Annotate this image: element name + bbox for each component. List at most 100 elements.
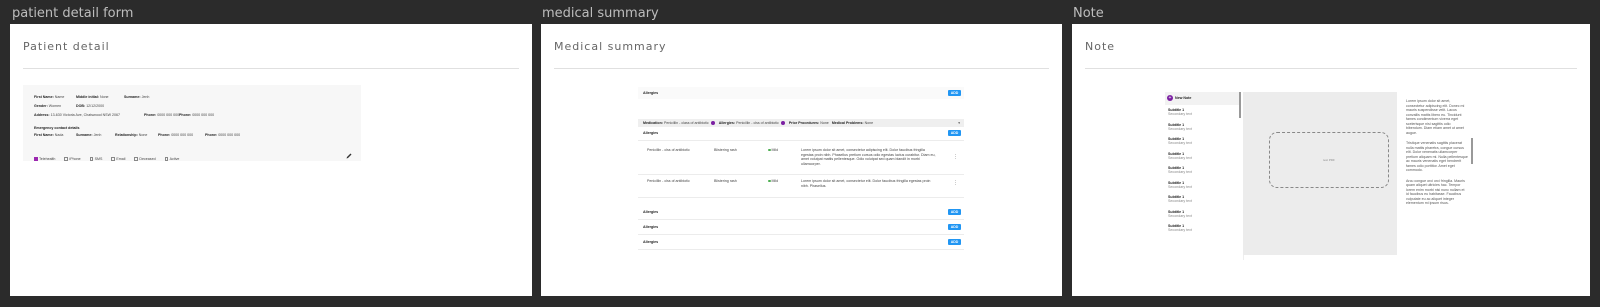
list-item[interactable]: Subtitle 1 Secondary text bbox=[1168, 152, 1192, 167]
summary-allergies-value: Penicillin - clss of antibiotic bbox=[736, 121, 779, 125]
ec-phone-2-value: 0000 000 000 bbox=[218, 133, 241, 137]
phone-2-value: 0000 000 000 bbox=[192, 113, 215, 117]
ec-first-label: First Name: bbox=[34, 133, 54, 137]
checkbox-box[interactable] bbox=[164, 157, 169, 161]
address-value: 13-630 Victoria Ave, Chatswood NSW 2067 bbox=[50, 113, 120, 117]
table-row: Penicillin - clss of antibiotic Blisterin… bbox=[638, 144, 964, 175]
title-divider bbox=[23, 68, 519, 69]
medication-count-badge bbox=[710, 121, 715, 126]
note-text: Lorem ipsum dolor sit amet, consectetur … bbox=[1406, 99, 1468, 212]
table-row: Penicillin - clss of antibiotic Blisterin… bbox=[638, 175, 964, 198]
ec-phone-1: Phone: 0000 000 000 bbox=[158, 133, 193, 137]
checkbox-label: Active bbox=[169, 157, 180, 161]
checkbox-0[interactable]: Telehealth bbox=[34, 157, 55, 161]
list-scrollbar[interactable] bbox=[1239, 92, 1241, 118]
surname-label: Surname: bbox=[124, 95, 141, 99]
checkbox-label: SMS bbox=[94, 157, 103, 161]
patient-phone-1: Phone: 0000 000 000 bbox=[144, 113, 179, 117]
new-note-button[interactable]: + New Note bbox=[1165, 92, 1240, 105]
checkbox-box[interactable] bbox=[89, 157, 94, 161]
allergies-row: Allergies ADD bbox=[638, 220, 964, 235]
first-name-value: Name bbox=[54, 95, 65, 99]
page-title: Note bbox=[1085, 40, 1116, 53]
checkbox-3[interactable]: Email bbox=[111, 157, 125, 161]
phone-2-label: Phone: bbox=[179, 113, 192, 117]
list-item-subtitle: Secondary text bbox=[1168, 141, 1192, 145]
patient-phone-2: Phone: 0000 000 000 bbox=[179, 113, 214, 117]
problems-value: None bbox=[864, 121, 874, 125]
list-item-subtitle: Secondary text bbox=[1168, 170, 1192, 174]
preference-checkboxes: Telehealth iPhone SMS Email Deceased Active bbox=[34, 147, 188, 165]
page-title: Patient detail bbox=[23, 40, 110, 53]
emergency-heading: Emergency contact details bbox=[34, 126, 80, 130]
procedures-label: Prior Procedures: bbox=[788, 121, 820, 125]
allergies-row-label: Allergies bbox=[643, 225, 659, 229]
add-button[interactable]: ADD bbox=[948, 90, 961, 96]
add-button[interactable]: ADD bbox=[948, 239, 961, 245]
list-item[interactable]: Subtitle 1 Secondary text bbox=[1168, 108, 1192, 123]
gender-label: Gender: bbox=[34, 104, 48, 108]
problems-label: Medical Problems: bbox=[831, 121, 864, 125]
medication-value: Penicillin - class of antibiotic bbox=[663, 121, 709, 125]
note-paragraph: Tristique venenatis sagittis placerat nu… bbox=[1406, 141, 1468, 172]
title-divider bbox=[554, 68, 1049, 69]
allergies-row: Allergies ADD bbox=[638, 205, 964, 220]
note-cell: Lorem ipsum dolor sit amet, consectetur … bbox=[801, 179, 931, 188]
summary-allergies-label: Allergies: bbox=[718, 121, 736, 125]
add-button[interactable]: ADD bbox=[948, 224, 961, 230]
procedures-value: None bbox=[820, 121, 829, 125]
allergies-rows-bottom: Allergies ADD Allergies ADD Allergies ADD bbox=[638, 205, 964, 250]
note-paragraph: Lorem ipsum dolor sit amet, consectetur … bbox=[1406, 99, 1465, 135]
severity-cell: Mild bbox=[768, 179, 778, 183]
add-button[interactable]: ADD bbox=[948, 209, 961, 215]
list-item[interactable]: Subtitle 1 Secondary text bbox=[1168, 195, 1192, 210]
list-item[interactable]: Subtitle 1 Secondary text bbox=[1168, 123, 1192, 138]
checkbox-box[interactable] bbox=[134, 157, 138, 161]
checkbox-box[interactable] bbox=[64, 157, 68, 161]
list-item[interactable]: Subtitle 1 Secondary text bbox=[1168, 210, 1192, 225]
list-item[interactable]: Subtitle 1 Secondary text bbox=[1168, 166, 1192, 181]
add-button[interactable]: ADD bbox=[948, 130, 961, 136]
more-vert-icon[interactable]: ⋮ bbox=[953, 181, 958, 186]
ec-surname-value: Jenh bbox=[93, 133, 102, 137]
list-item-subtitle: Secondary text bbox=[1168, 184, 1192, 189]
pdf-dropzone[interactable]: text PDF bbox=[1269, 132, 1389, 188]
summary-bar: Medication: Penicillin - class of antibi… bbox=[638, 119, 964, 127]
allergies-row-label: Allergies bbox=[643, 240, 659, 244]
checkbox-4[interactable]: Deceased bbox=[134, 157, 156, 161]
dropzone-label: text PDF bbox=[1323, 158, 1335, 162]
plus-icon: + bbox=[1167, 95, 1173, 101]
note-editor: text PDF bbox=[1243, 92, 1397, 255]
checkbox-2[interactable]: SMS bbox=[89, 157, 103, 161]
severity-label: Mild bbox=[771, 148, 779, 152]
pencil-icon[interactable] bbox=[346, 146, 352, 159]
list-item-subtitle: Secondary text bbox=[1168, 199, 1192, 203]
checkbox-box[interactable] bbox=[111, 157, 115, 161]
list-item-subtitle: Secondary text bbox=[1168, 126, 1192, 131]
checkbox-label: Deceased bbox=[139, 157, 156, 161]
list-item[interactable]: Subtitle 1 Secondary text bbox=[1168, 224, 1192, 239]
checkbox-1[interactable]: iPhone bbox=[64, 157, 81, 161]
text-scrollbar[interactable] bbox=[1471, 138, 1473, 164]
ec-phone-2: Phone: 0000 000 000 bbox=[205, 133, 240, 137]
reaction-cell: Blistering rash bbox=[714, 148, 737, 152]
patient-card: First Name: Name Middle initial: None Su… bbox=[23, 85, 361, 161]
gender-value: Women bbox=[48, 104, 62, 108]
middle-label: Middle initial: bbox=[76, 95, 99, 99]
severity-dot bbox=[768, 148, 771, 152]
allergy-table: Penicillin - clss of antibiotic Blisterin… bbox=[638, 144, 964, 198]
list-item[interactable]: Subtitle 1 Secondary text bbox=[1168, 137, 1192, 152]
patient-detail-frame: Patient detail First Name: Name Middle i… bbox=[10, 24, 532, 296]
note-items: Subtitle 1 Secondary text Subtitle 1 Second… bbox=[1168, 108, 1192, 239]
list-item[interactable]: Subtitle 1 Secondary text bbox=[1168, 181, 1192, 196]
note-list: + New Note Subtitle 1 Secondary text Subti… bbox=[1165, 92, 1244, 260]
note-frame: Note + New Note Subtitle 1 Secondary text… bbox=[1072, 24, 1590, 296]
more-vert-icon[interactable]: ⋮ bbox=[953, 155, 958, 160]
phone-1-label: Phone: bbox=[144, 113, 157, 117]
checkbox-5[interactable]: Active bbox=[164, 157, 180, 161]
chevron-down-icon[interactable]: ▾ bbox=[958, 119, 960, 127]
note-paragraphs: Lorem ipsum dolor sit amet, consectetur … bbox=[1406, 99, 1468, 206]
checkbox-box[interactable] bbox=[34, 157, 38, 161]
list-item-subtitle: Secondary text bbox=[1168, 155, 1192, 160]
drug-cell: Penicillin - clss of antibiotic bbox=[647, 148, 690, 152]
